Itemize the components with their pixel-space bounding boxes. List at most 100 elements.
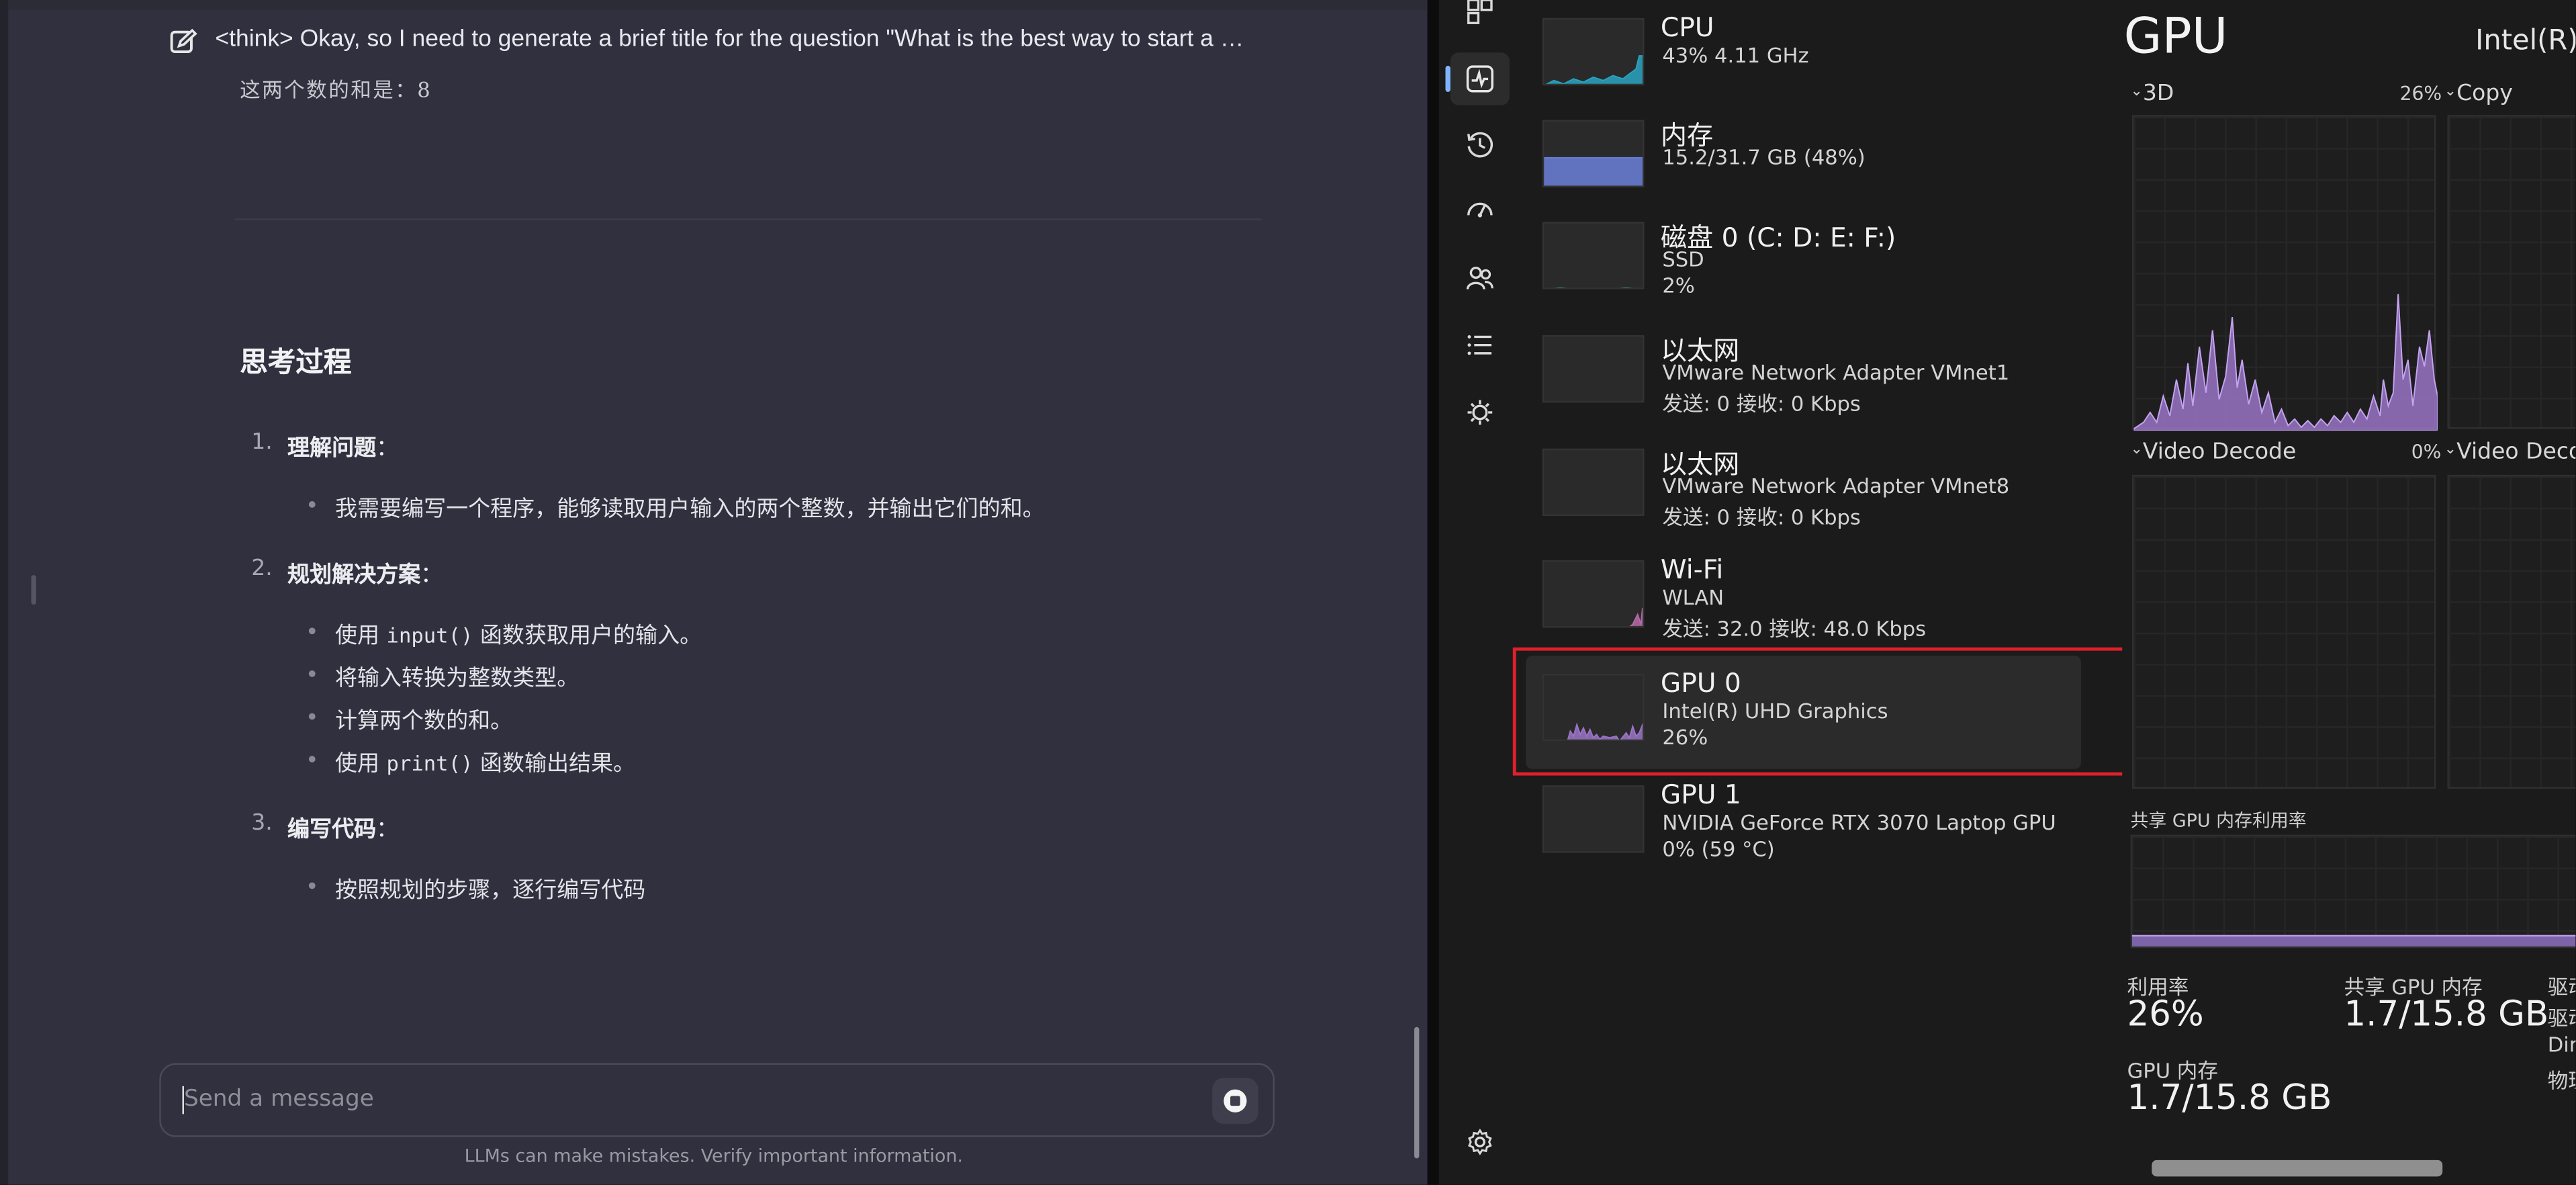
device-thumbnail-graph — [1542, 222, 1645, 290]
partial-answer-text: 这两个数的和是：8 — [240, 77, 432, 102]
apps-icon[interactable] — [1451, 0, 1510, 38]
edit-icon[interactable] — [169, 28, 197, 56]
device-subtext: 发送: 32.0 接收: 48.0 Kbps — [1662, 616, 1927, 641]
device-thumbnail-graph — [1542, 673, 1645, 742]
device-subtext: 15.2/31.7 GB (48%) — [1662, 144, 1866, 169]
section-heading: 思考过程 — [240, 347, 352, 380]
graph-video-decode — [2131, 474, 2436, 789]
shared-mem-fill — [2131, 934, 2576, 947]
device-subtext: WLAN — [1662, 584, 1724, 610]
step-number: 1. — [251, 429, 273, 455]
engine-selector-video-decode[interactable]: ⌄Video Decode — [2130, 439, 2296, 465]
performance-icon[interactable] — [1450, 52, 1510, 105]
list-item: 按照规划的步骤，逐行编写代码 — [308, 871, 646, 904]
device-subtext: NVIDIA GeForce RTX 3070 Laptop GPU — [1662, 809, 2056, 835]
list-item-text: 使用 — [334, 623, 387, 650]
list-item-text: 我需要编写一个程序，能够读取用户输入的两个整数，并输出它们的和。 — [334, 496, 1045, 523]
gpu-mem-value: 1.7/15.8 GB — [2127, 1078, 2332, 1118]
device-subtext: SSD — [1662, 246, 1704, 271]
gpu-title: GPU — [2123, 8, 2228, 66]
device-subtext: 26% — [1662, 724, 1708, 750]
list-item-text: 计算两个数的和。 — [334, 708, 513, 735]
directx-label: Dir — [2547, 1032, 2576, 1057]
step-number: 2. — [251, 555, 273, 582]
device-thumbnail-graph — [1542, 17, 1645, 86]
nav-selection-indicator — [1445, 65, 1451, 92]
step-title: 理解问题 — [287, 435, 377, 462]
list-item-text: 函数获取用户的输入。 — [473, 623, 702, 650]
device-thumbnail-graph — [1542, 120, 1645, 187]
device-thumbnail-graph — [1542, 560, 1645, 628]
message-placeholder: Send a message — [183, 1086, 374, 1112]
engine-pct: 0% — [2411, 440, 2442, 464]
window-divider — [1427, 0, 1439, 1185]
startup-apps-icon[interactable] — [1451, 184, 1510, 236]
bullet-icon — [308, 670, 316, 677]
list-item-text: 函数输出结果。 — [473, 750, 636, 777]
settings-icon[interactable] — [1451, 1116, 1510, 1168]
step-title: 编写代码 — [287, 816, 377, 843]
step-colon: ： — [420, 562, 443, 588]
engine-selector-copy[interactable]: ⌄Copy — [2444, 81, 2513, 107]
driver-label: 驱动 — [2547, 974, 2576, 1000]
message-input[interactable]: Send a message — [159, 1063, 1275, 1137]
device-thumbnail-graph — [1542, 448, 1645, 517]
device-subtext: VMware Network Adapter VMnet8 — [1662, 473, 2010, 498]
chat-window: <think> Okay, so I need to generate a br… — [0, 0, 1428, 1185]
step-number: 3. — [251, 809, 273, 837]
list-item-text: 将输入转换为整数类型。 — [334, 665, 580, 692]
bullet-icon — [308, 882, 316, 889]
list-item: 使用 print() 函数输出结果。 — [308, 744, 636, 777]
gpu-3d-usage-graph — [2133, 294, 2438, 431]
details-icon[interactable] — [1451, 319, 1510, 371]
device-name: GPU 1 — [1660, 779, 1741, 810]
thread-title[interactable]: <think> Okay, so I need to generate a br… — [215, 26, 1283, 52]
app-history-icon[interactable] — [1451, 118, 1510, 171]
device-subtext: 43% 4.11 GHz — [1662, 42, 1809, 68]
screen: <think> Okay, so I need to generate a br… — [0, 0, 2576, 1185]
shared-mem-graph — [2130, 834, 2576, 949]
services-icon[interactable] — [1451, 386, 1510, 439]
chevron-down-icon: ⌄ — [2130, 83, 2143, 101]
gpu-model: Intel(R) — [2475, 24, 2576, 58]
gpu-3d-usage-area — [2133, 294, 2438, 431]
stop-generation-button[interactable] — [1212, 1078, 1258, 1125]
engine-selector-3d[interactable]: ⌄3D — [2130, 81, 2174, 107]
device-subtext: 发送: 0 接收: 0 Kbps — [1662, 391, 1861, 416]
chevron-down-icon: ⌄ — [2444, 441, 2457, 459]
device-subtext: 发送: 0 接收: 0 Kbps — [1662, 504, 1861, 529]
stop-icon — [1224, 1089, 1247, 1112]
chat-top-strip — [8, 0, 1428, 10]
device-name: GPU 0 — [1660, 667, 1741, 699]
step-title: 规划解决方案 — [287, 562, 421, 588]
chat-scrollbar[interactable] — [1414, 1026, 1420, 1159]
task-manager-nav — [1438, 0, 1521, 1185]
bullet-icon — [308, 627, 316, 635]
device-name: CPU — [1660, 11, 1714, 43]
disclaimer-text: LLMs can make mistakes. Verify important… — [464, 1145, 963, 1167]
device-subtext: Intel(R) UHD Graphics — [1662, 698, 1888, 723]
driver-date-label: 驱动 — [2547, 1005, 2576, 1030]
bullet-icon — [308, 756, 316, 762]
chevron-down-icon: ⌄ — [2444, 83, 2457, 101]
chevron-down-icon: ⌄ — [2130, 441, 2143, 459]
list-item: 计算两个数的和。 — [308, 701, 513, 735]
step-colon: ： — [376, 435, 399, 462]
util-value: 26% — [2127, 994, 2204, 1034]
step-colon: ： — [376, 816, 399, 843]
device-subtext: 0% (59 °C) — [1662, 836, 1775, 861]
engine-selector-video-decode-2[interactable]: ⌄Video Deco — [2444, 439, 2576, 465]
physical-location-label: 物理 — [2547, 1067, 2576, 1093]
scroll-thumb[interactable] — [2152, 1159, 2443, 1177]
device-subtext: 2% — [1662, 273, 1695, 298]
bullet-icon — [308, 713, 316, 720]
engine-pct: 26% — [2399, 82, 2442, 105]
list-item: 我需要编写一个程序，能够读取用户输入的两个整数，并输出它们的和。 — [308, 490, 1045, 523]
list-item-text: 按照规划的步骤，逐行编写代码 — [334, 877, 646, 904]
device-thumbnail-graph — [1542, 785, 1645, 853]
users-icon[interactable] — [1451, 251, 1510, 304]
inline-code: print() — [386, 750, 473, 776]
sidebar-resize-handle[interactable] — [31, 575, 36, 605]
horizontal-scrollbar[interactable] — [2130, 1155, 2576, 1180]
left-edge — [0, 0, 9, 1185]
